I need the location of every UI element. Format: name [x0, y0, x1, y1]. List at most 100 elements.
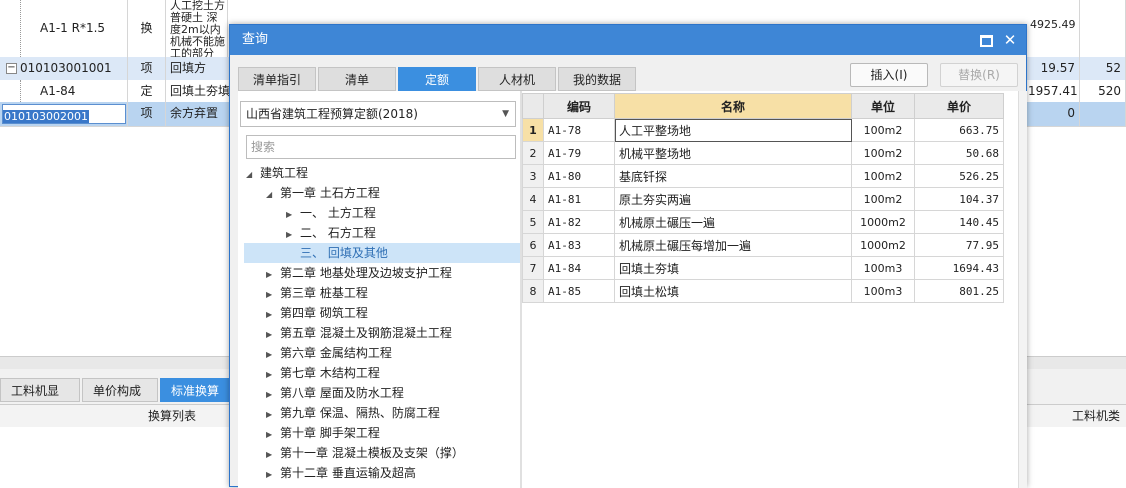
row-type: 定	[128, 80, 166, 102]
row-number: 3	[522, 164, 544, 188]
collapsed-arrow-icon[interactable]: ▶	[286, 225, 300, 245]
cell-code: A1-82	[543, 210, 615, 234]
cell-price: 663.75	[914, 118, 1004, 142]
collapsed-arrow-icon[interactable]: ▶	[266, 365, 280, 385]
cell-name: 回填土夯填	[614, 256, 852, 280]
table-row[interactable]: 2 A1-79 机械平整场地 100m2 50.68	[522, 141, 1004, 165]
cell-code: A1-79	[543, 141, 615, 165]
tab-standard-conversion[interactable]: 标准换算	[160, 378, 230, 402]
collapsed-arrow-icon[interactable]: ▶	[266, 405, 280, 425]
row-value-2	[1080, 0, 1126, 57]
cell-name: 机械原土碾压每增加一遍	[614, 233, 852, 257]
tree-node-label: 第十章 脚手架工程	[280, 426, 380, 440]
vertical-scrollbar[interactable]	[1018, 91, 1027, 488]
close-icon[interactable]: ✕	[1000, 30, 1020, 50]
maximize-icon[interactable]	[976, 30, 996, 50]
row-code: 010103002001	[0, 102, 128, 126]
tree-node[interactable]: ▶ 第七章 木结构工程	[266, 363, 380, 383]
cell-unit: 100m3	[851, 279, 915, 303]
query-dialog: 查询 ✕ 清单指引 清单 定额 人材机 我的数据 插入(I) 替换(R) 山西省…	[229, 24, 1027, 488]
header-name[interactable]: 名称	[614, 93, 852, 119]
cell-unit: 1000m2	[851, 233, 915, 257]
collapsed-arrow-icon[interactable]: ▶	[266, 385, 280, 405]
tree-node[interactable]: ▶ 第四章 砌筑工程	[266, 303, 368, 323]
row-value-2: 52	[1080, 57, 1126, 80]
header-price[interactable]: 单价	[914, 93, 1004, 119]
tree-node[interactable]: ▶ 第十章 脚手架工程	[266, 423, 380, 443]
row-total: 4925.49	[1030, 18, 1076, 31]
tree-node[interactable]: ◢ 建筑工程	[246, 163, 308, 183]
expanded-arrow-icon[interactable]: ◢	[266, 185, 280, 205]
collapsed-arrow-icon[interactable]: ▶	[266, 425, 280, 445]
tree-node[interactable]: ▶ 第五章 混凝土及钢筋混凝土工程	[266, 323, 452, 343]
row-code: −010103001001	[0, 57, 128, 80]
cell-price: 104.37	[914, 187, 1004, 211]
expanded-arrow-icon[interactable]: ◢	[246, 165, 260, 185]
row-value-1: 19.57	[1028, 57, 1080, 80]
tab-quota[interactable]: 定额	[398, 67, 476, 91]
tree-node-label: 第六章 金属结构工程	[280, 346, 392, 360]
quota-library-select[interactable]: 山西省建筑工程预算定额(2018) ▼	[240, 101, 516, 127]
table-row[interactable]: 4 A1-81 原土夯实两遍 100m2 104.37	[522, 187, 1004, 211]
tree-node[interactable]: ▶ 第九章 保温、隔热、防腐工程	[266, 403, 440, 423]
dialog-tabbar: 清单指引 清单 定额 人材机 我的数据 插入(I) 替换(R)	[230, 55, 1026, 91]
cell-price: 1694.43	[914, 256, 1004, 280]
tree-node[interactable]: ▶ 第八章 屋面及防水工程	[266, 383, 404, 403]
cell-code: A1-81	[543, 187, 615, 211]
row-type: 项	[128, 102, 166, 126]
row-value-1: 0	[1028, 102, 1080, 126]
tree-node-label: 第十一章 混凝土模板及支架（撑）	[280, 446, 464, 460]
cell-name: 原土夯实两遍	[614, 187, 852, 211]
header-code[interactable]: 编码	[543, 93, 615, 119]
tab-material-display[interactable]: 工料机显示	[0, 378, 80, 422]
cell-code: A1-85	[543, 279, 615, 303]
collapsed-arrow-icon[interactable]: ▶	[266, 345, 280, 365]
tree-node[interactable]: ▶ 一、 土方工程	[286, 203, 376, 223]
row-name: 回填方	[166, 57, 230, 80]
replace-button[interactable]: 替换(R)	[940, 63, 1018, 87]
cell-unit: 100m2	[851, 141, 915, 165]
collapsed-arrow-icon[interactable]: ▶	[266, 465, 280, 485]
row-type: 项	[128, 57, 166, 80]
cell-unit: 100m3	[851, 256, 915, 280]
collapsed-arrow-icon[interactable]: ▶	[266, 305, 280, 325]
table-row[interactable]: 3 A1-80 基底钎探 100m2 526.25	[522, 164, 1004, 188]
collapse-icon[interactable]: −	[6, 63, 17, 74]
tree-node[interactable]: ▶ 第三章 桩基工程	[266, 283, 368, 303]
collapsed-arrow-icon[interactable]: ▶	[266, 285, 280, 305]
header-unit[interactable]: 单位	[851, 93, 915, 119]
insert-button[interactable]: 插入(I)	[850, 63, 928, 87]
table-row[interactable]: 6 A1-83 机械原土碾压每增加一遍 1000m2 77.95	[522, 233, 1004, 257]
tree-node[interactable]: 三、 回填及其他	[244, 243, 556, 263]
tree-node[interactable]: ▶ 第十二章 垂直运输及超高	[266, 463, 416, 483]
tab-my-data[interactable]: 我的数据	[558, 67, 636, 91]
tree-node[interactable]: ▶ 第六章 金属结构工程	[266, 343, 392, 363]
cell-code: A1-83	[543, 233, 615, 257]
tab-labor-material-machine[interactable]: 人材机	[478, 67, 556, 91]
tab-bill-guide[interactable]: 清单指引	[238, 67, 316, 91]
collapsed-arrow-icon[interactable]: ▶	[266, 265, 280, 285]
table-row[interactable]: 5 A1-82 机械原土碾压一遍 1000m2 140.45	[522, 210, 1004, 234]
collapsed-arrow-icon[interactable]: ▶	[266, 445, 280, 465]
tree-node[interactable]: ▶ 第二章 地基处理及边坡支护工程	[266, 263, 452, 283]
cell-price: 526.25	[914, 164, 1004, 188]
search-input[interactable]: 搜索	[246, 135, 516, 159]
tree-node-label: 第二章 地基处理及边坡支护工程	[280, 266, 452, 280]
chevron-down-icon[interactable]: ▼	[502, 102, 509, 126]
tree-node[interactable]: ◢ 第一章 土石方工程	[266, 183, 380, 203]
table-row[interactable]: 8 A1-85 回填土松填 100m3 801.25	[522, 279, 1004, 303]
tree-node-label: 第四章 砌筑工程	[280, 306, 368, 320]
collapsed-arrow-icon[interactable]: ▶	[266, 325, 280, 345]
dialog-titlebar[interactable]: 查询 ✕	[230, 25, 1026, 55]
tree-node[interactable]: ▶ 二、 石方工程	[286, 223, 376, 243]
tab-price-composition[interactable]: 单价构成	[82, 378, 158, 402]
cell-name: 基底钎探	[614, 164, 852, 188]
table-row[interactable]: 1 A1-78 人工平整场地 100m2 663.75	[522, 118, 1004, 142]
code-edit-value: 010103002001	[3, 110, 89, 123]
cell-code: A1-78	[543, 118, 615, 142]
collapsed-arrow-icon[interactable]: ▶	[286, 205, 300, 225]
tab-bill[interactable]: 清单	[318, 67, 396, 91]
table-row[interactable]: 7 A1-84 回填土夯填 100m3 1694.43	[522, 256, 1004, 280]
tree-node[interactable]: ▶ 第十一章 混凝土模板及支架（撑）	[266, 443, 464, 463]
code-edit-field[interactable]: 010103002001	[2, 104, 126, 124]
